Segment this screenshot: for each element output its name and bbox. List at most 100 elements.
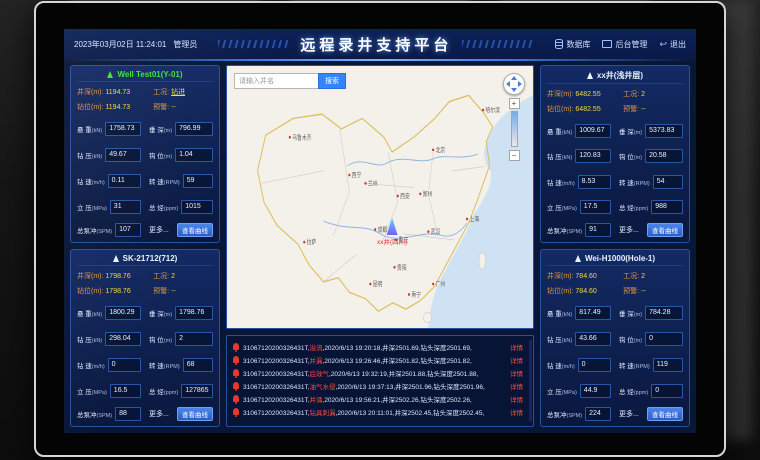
zoom-slider[interactable] — [511, 111, 518, 147]
stat-field: 悬 重(kN)817.49 — [547, 303, 611, 323]
more-link[interactable]: 更多... — [149, 409, 169, 419]
stat-field: 垂 深(m)5373.83 — [619, 121, 683, 141]
derrick-icon — [575, 255, 581, 262]
stat-value-box: 0 — [578, 358, 611, 372]
pan-right-icon — [518, 81, 522, 87]
stat-label: 立 压(MPa) — [77, 386, 107, 396]
alarm-detail-link[interactable]: 详情 — [510, 381, 523, 391]
alarm-bell-icon — [233, 395, 239, 402]
stat-value-box: 16.5 — [110, 384, 141, 398]
stat-field: 转 速(RPM)59 — [149, 171, 213, 191]
more-link[interactable]: 更多... — [619, 409, 639, 419]
well-map-marker[interactable]: xx井(四川) — [377, 218, 407, 246]
admin-console-button[interactable]: 后台管理 — [602, 39, 647, 50]
city-label: 西宁 — [352, 170, 362, 179]
alarm-type: 溢流 — [310, 345, 323, 352]
alarm-detail-link[interactable]: 详情 — [510, 355, 523, 365]
alarm-row[interactable]: 31067120200326431T,井涌,2020/6/13 19:56:21… — [233, 392, 527, 405]
view-curve-button[interactable]: 查看曲线 — [177, 223, 213, 237]
more-link[interactable]: 更多... — [149, 225, 169, 235]
stat-value-box: 1800.29 — [105, 306, 141, 320]
stat-label: 钻 压(kN) — [77, 150, 102, 160]
condition-label: 工况: — [153, 89, 169, 96]
search-input[interactable] — [234, 73, 318, 89]
condition-value: 2 — [641, 273, 645, 280]
logout-button[interactable]: ↩ 退出 — [659, 39, 686, 50]
decor-hatch-right — [462, 40, 534, 48]
stat-field: 钻 速(m/h)0.11 — [77, 171, 141, 191]
stat-label: 悬 重(kN) — [547, 308, 572, 318]
decor-hatch-left — [218, 40, 290, 48]
condition-label: 工况: — [623, 273, 639, 280]
stat-field: 钻 压(kN)120.83 — [547, 147, 611, 167]
city-dot — [432, 148, 434, 151]
stat-value-box: 0.11 — [108, 174, 141, 188]
pump-stroke-stat: 总泵冲(SPM)88 — [77, 407, 141, 421]
view-curve-button[interactable]: 查看曲线 — [647, 223, 683, 237]
stat-value-box: 119 — [653, 358, 683, 372]
zoom-out-button[interactable]: − — [509, 150, 520, 161]
stat-field: 立 压(MPa)44.9 — [547, 381, 611, 401]
stat-grid: 悬 重(kN)1009.67 垂 深(m)5373.83 钻 压(kN)120.83… — [547, 121, 683, 217]
map-panel[interactable]: 乌鲁木齐拉萨西宁兰州西安北京哈尔滨郑州上海武汉成都重庆贵阳昆明广州南宁 搜索 — [226, 65, 534, 329]
stat-grid: 悬 重(kN)1758.73垂 深(m)796.99钻 压(kN)49.67钩 … — [77, 119, 213, 217]
stat-label: 钻 压(kN) — [547, 334, 572, 344]
alarm-detail-link[interactable]: 详情 — [510, 407, 523, 417]
city-dot — [408, 293, 410, 296]
alarm-row[interactable]: 31067120200326431T,井漏,2020/6/13 19:26:46… — [233, 353, 527, 366]
search-button[interactable]: 搜索 — [318, 73, 346, 89]
city-label: 昆明 — [373, 280, 383, 288]
stat-value-box: 224 — [585, 407, 611, 421]
stat-field: 钻 速(m/h)8.53 — [547, 172, 611, 192]
view-curve-button[interactable]: 查看曲线 — [647, 407, 683, 421]
alarm-type: 油气水侵 — [310, 384, 336, 391]
city-label: 贵阳 — [397, 263, 407, 272]
stat-value-box: 88 — [115, 407, 141, 421]
pan-compass[interactable] — [503, 73, 525, 95]
map-search-bar: 搜索 — [234, 73, 346, 89]
stat-value-box: 298.04 — [105, 332, 141, 346]
zoom-in-button[interactable]: + — [509, 98, 520, 109]
well-panel-title: Well Test01(Y-01) — [77, 70, 213, 82]
well-name: Wei-H1000(Hole-1) — [585, 254, 655, 263]
stat-label: 垂 深(m) — [619, 308, 642, 318]
alarm-row[interactable]: 31067120200326431T,钻具刺漏,2020/6/13 20:11:… — [233, 405, 527, 418]
view-curve-button[interactable]: 查看曲线 — [177, 407, 213, 421]
alarm-bell-icon — [233, 356, 239, 363]
more-link[interactable]: 更多... — [619, 225, 639, 235]
stat-value-box: 0 — [108, 358, 141, 372]
database-button[interactable]: 数据库 — [555, 39, 590, 50]
stat-value-box: 107 — [115, 223, 141, 237]
alarm-row[interactable]: 31067120200326431T,后效气,2020/6/13 19:32:1… — [233, 366, 527, 379]
stat-value-box: 59 — [183, 174, 213, 188]
stat-field: 垂 深(m)1798.76 — [149, 303, 213, 323]
alarm-type: 钻具刺漏 — [310, 410, 336, 417]
stat-field: 悬 重(kN)1758.73 — [77, 119, 141, 139]
alarm-detail-link[interactable]: 详情 — [510, 394, 523, 404]
well-name: SK-21712(712) — [123, 254, 178, 263]
left-well-column: Well Test01(Y-01) 井深(m): 1194.73 工况: 钻进 … — [70, 65, 220, 427]
marker-label: xx井(四川) — [377, 236, 407, 246]
stat-label: 悬 重(kN) — [77, 308, 102, 318]
stat-label: 转 速(RPM) — [619, 360, 650, 370]
well-panel-title: Wei-H1000(Hole-1) — [547, 254, 683, 266]
alarm-row[interactable]: 31067120200326431T,油气水侵,2020/6/13 19:37:… — [233, 379, 527, 392]
alarm-detail-link[interactable]: 详情 — [510, 342, 523, 352]
stat-field: 总 烃(ppm)988 — [619, 198, 683, 218]
city-dot — [432, 283, 434, 286]
page-title: 远程录井支持平台 — [300, 34, 452, 55]
stat-label: 转 速(RPM) — [149, 176, 180, 186]
stat-label: 钻 速(m/h) — [547, 360, 575, 370]
alarm-detail-link[interactable]: 详情 — [510, 368, 523, 378]
datetime-text: 2023年03月02日 11:24:01 — [74, 39, 166, 50]
stat-field: 悬 重(kN)1009.67 — [547, 121, 611, 141]
alarm-bell-icon — [233, 408, 239, 415]
stat-value-box: 8.53 — [578, 175, 611, 189]
derrick-icon — [107, 71, 113, 78]
stat-value-box: 1.04 — [175, 148, 213, 162]
warning-label: 预警: — [623, 288, 639, 295]
alarm-row[interactable]: 31067120200326431T,溢流,2020/6/13 19:20:18… — [233, 340, 527, 353]
china-map: 乌鲁木齐拉萨西宁兰州西安北京哈尔滨郑州上海武汉成都重庆贵阳昆明广州南宁 — [227, 66, 533, 328]
stat-field: 立 压(MPa)17.5 — [547, 198, 611, 218]
stat-field: 总 烃(ppm)127865 — [149, 381, 213, 401]
